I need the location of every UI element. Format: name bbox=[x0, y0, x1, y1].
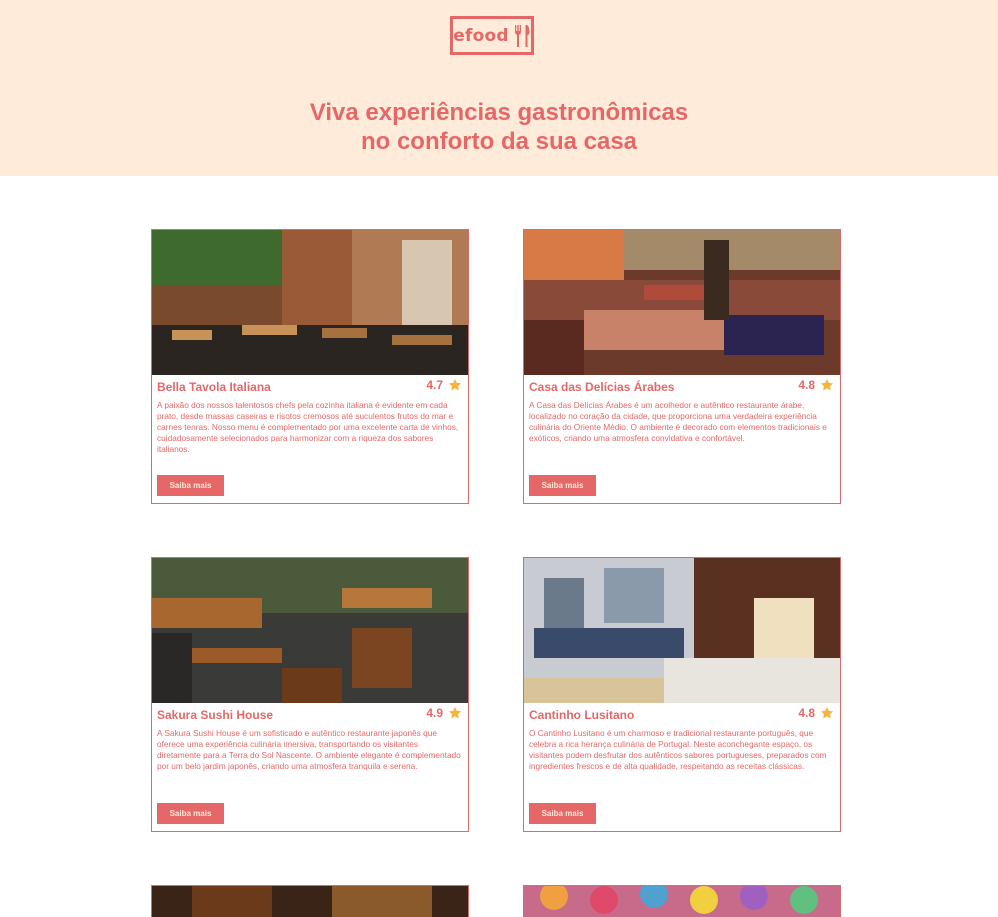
learn-more-button[interactable]: Saiba mais bbox=[157, 803, 224, 824]
tagline-line-1: Viva experiências gastronômicas bbox=[309, 99, 689, 126]
restaurant-rating: 4.8 bbox=[798, 706, 834, 720]
rating-value: 4.8 bbox=[798, 706, 815, 720]
learn-more-button[interactable]: Saiba mais bbox=[529, 475, 596, 496]
restaurant-description: A Casa das Delícias Árabes é um acolhedo… bbox=[529, 400, 827, 443]
restaurant-photo bbox=[152, 886, 468, 917]
tagline-line-2: no conforto da sua casa bbox=[360, 128, 638, 155]
restaurant-photo bbox=[524, 886, 840, 917]
restaurant-photo bbox=[524, 558, 840, 703]
restaurant-description: A Sakura Sushi House é um sofisticado e … bbox=[157, 728, 461, 771]
restaurant-card-partial-2 bbox=[523, 885, 841, 917]
restaurant-card-sakura-sushi: Sakura Sushi House 4.9 A Sakura Sushi Ho… bbox=[151, 557, 469, 832]
restaurant-name: Sakura Sushi House bbox=[157, 708, 274, 722]
restaurant-card-cantinho-lusitano: Cantinho Lusitano 4.8 O Cantinho Lusitan… bbox=[523, 557, 841, 832]
fork-knife-icon bbox=[514, 24, 530, 47]
hero-tagline: Viva experiências gastronômicas no confo… bbox=[0, 98, 998, 156]
learn-more-button[interactable]: Saiba mais bbox=[157, 475, 224, 496]
star-icon bbox=[448, 706, 462, 719]
rating-value: 4.7 bbox=[426, 378, 443, 392]
rating-value: 4.8 bbox=[798, 378, 815, 392]
learn-more-button[interactable]: Saiba mais bbox=[529, 803, 596, 824]
restaurant-card-partial-1 bbox=[151, 885, 469, 917]
restaurant-name: Casa das Delícias Árabes bbox=[529, 380, 675, 394]
restaurant-rating: 4.8 bbox=[798, 378, 834, 392]
star-icon bbox=[820, 378, 834, 391]
restaurant-photo bbox=[152, 558, 468, 703]
restaurant-card-casa-delicias: Casa das Delícias Árabes 4.8 A Casa das … bbox=[523, 229, 841, 504]
efood-logo[interactable]: efood bbox=[450, 16, 534, 55]
restaurant-description: O Cantinho Lusitano é um charmoso e trad… bbox=[529, 728, 827, 771]
star-icon bbox=[448, 378, 462, 391]
restaurant-rating: 4.7 bbox=[426, 378, 462, 392]
restaurant-rating: 4.9 bbox=[426, 706, 462, 720]
restaurant-name: Cantinho Lusitano bbox=[529, 708, 635, 722]
restaurant-photo bbox=[152, 230, 468, 375]
hero-banner: efood Viva experiências gastronômicas no… bbox=[0, 0, 998, 176]
restaurant-photo bbox=[524, 230, 840, 375]
rating-value: 4.9 bbox=[426, 706, 443, 720]
restaurant-card-bella-tavola: Bella Tavola Italiana 4.7 A paixão dos n… bbox=[151, 229, 469, 504]
logo-text: efood bbox=[453, 25, 509, 46]
restaurant-name: Bella Tavola Italiana bbox=[157, 380, 271, 394]
star-icon bbox=[820, 706, 834, 719]
restaurant-description: A paixão dos nossos talentosos chefs pel… bbox=[157, 400, 459, 454]
